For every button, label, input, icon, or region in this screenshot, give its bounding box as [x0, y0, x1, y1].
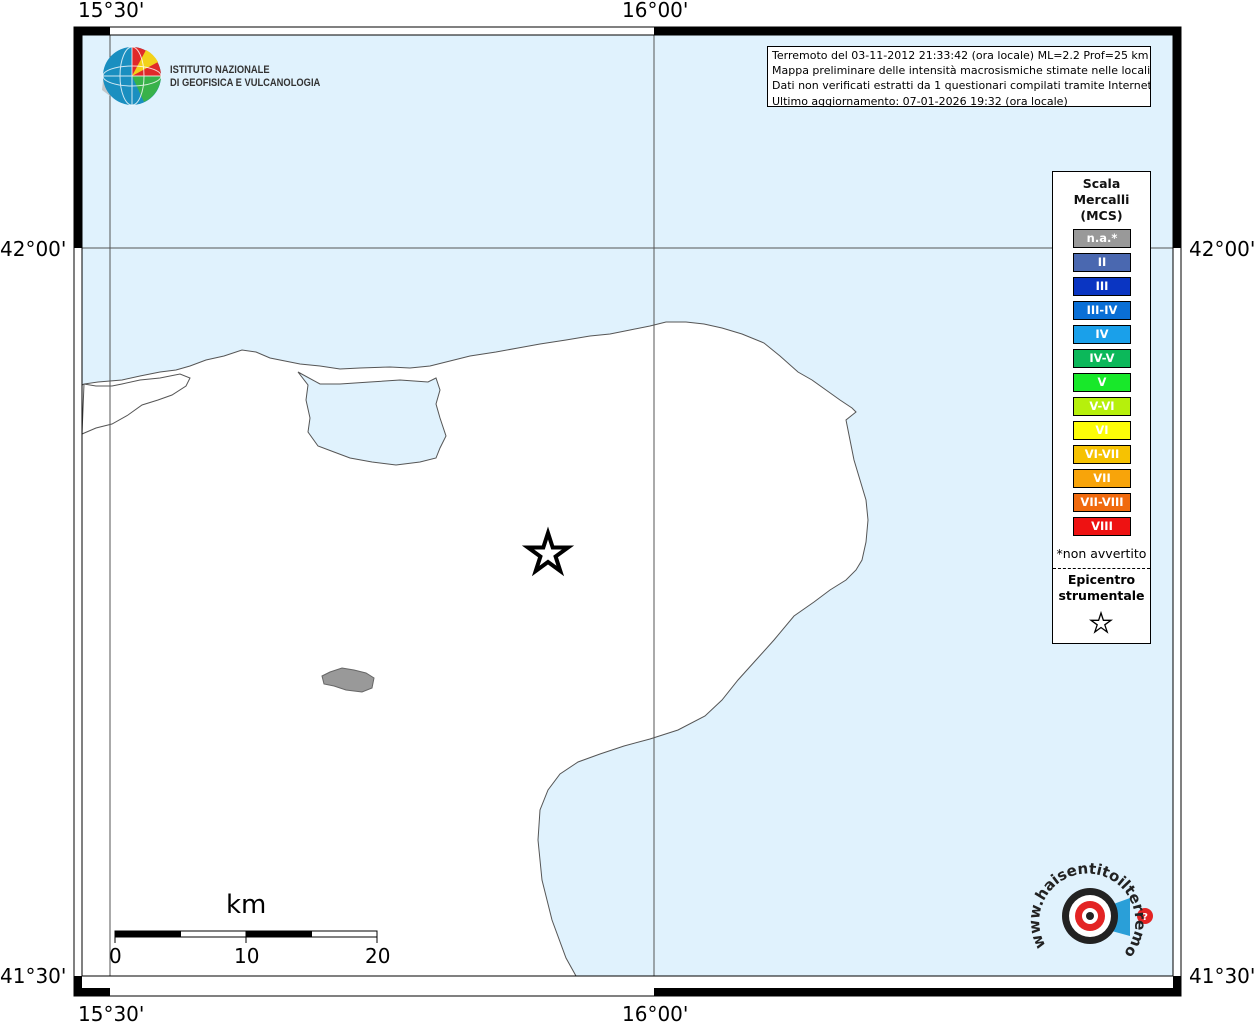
legend-title-line1: Scala — [1082, 176, 1121, 191]
scale-label-10: 10 — [234, 944, 260, 968]
coord-left-lower: 41°30' — [0, 964, 67, 988]
legend-swatch-3: III-IV — [1073, 301, 1131, 320]
ingv-logo-line2: DI GEOFISICA E VULCANOLOGIA — [170, 77, 321, 89]
ingv-logo-text: ISTITUTO NAZIONALE DI GEOFISICA E VULCAN… — [170, 64, 320, 90]
info-line-4: Ultimo aggiornamento: 07-01-2026 19:32 (… — [772, 94, 1068, 107]
info-line-3: Dati non verificati estratti da 1 questi… — [772, 79, 1151, 93]
scale-unit: km — [226, 890, 267, 920]
earthquake-info-box: Terremoto del 03-11-2012 21:33:42 (ora l… — [767, 46, 1151, 107]
coord-bottom-left: 15°30' — [78, 1002, 145, 1026]
coord-right-upper: 42°00' — [1189, 237, 1254, 261]
coord-top-right: 16°00' — [622, 0, 689, 22]
coord-top-left: 15°30' — [78, 0, 145, 22]
legend-swatch-2: III — [1073, 277, 1131, 296]
legend-swatch-4: IV — [1073, 325, 1131, 344]
legend-swatch-5: IV-V — [1073, 349, 1131, 368]
legend-epi-line1: Epicentro — [1067, 572, 1136, 587]
mcs-legend: Scala Mercalli (MCS) n.a.* II III III-IV IV I… — [1052, 171, 1151, 644]
scale-label-20: 20 — [365, 944, 391, 968]
ingv-logo-line1: ISTITUTO NAZIONALE — [170, 64, 270, 76]
coord-left-upper: 42°00' — [0, 237, 67, 261]
coord-bottom-right: 16°00' — [622, 1002, 689, 1026]
legend-swatch-12: VIII — [1073, 517, 1131, 536]
legend-swatch-9: VI-VII — [1073, 445, 1131, 464]
legend-swatch-0: n.a.* — [1073, 229, 1131, 248]
info-line-2: Mappa preliminare delle intensità macros… — [772, 64, 1151, 78]
legend-swatch-8: VI — [1073, 421, 1131, 440]
legend-swatch-1: II — [1073, 253, 1131, 272]
info-line-1: Terremoto del 03-11-2012 21:33:42 (ora l… — [772, 49, 1149, 62]
legend-epicenter-label: Epicentro strumentale — [1053, 572, 1150, 604]
legend-swatch-11: VII-VIII — [1073, 493, 1131, 512]
legend-note: *non avvertito — [1056, 546, 1147, 561]
legend-title-line2: Mercalli — [1073, 192, 1130, 207]
coord-right-lower: 41°30' — [1189, 964, 1254, 988]
legend-swatch-10: VII — [1073, 469, 1131, 488]
scale-label-0: 0 — [109, 944, 122, 968]
legend-title-line3: (MCS) — [1080, 208, 1123, 223]
legend-swatch-6: V — [1073, 373, 1131, 392]
legend-star-icon — [1088, 610, 1114, 634]
legend-epi-line2: strumentale — [1058, 588, 1145, 603]
legend-divider — [1053, 568, 1150, 569]
legend-swatch-7: V-VI — [1073, 397, 1131, 416]
legend-title: Scala Mercalli (MCS) — [1053, 176, 1150, 224]
